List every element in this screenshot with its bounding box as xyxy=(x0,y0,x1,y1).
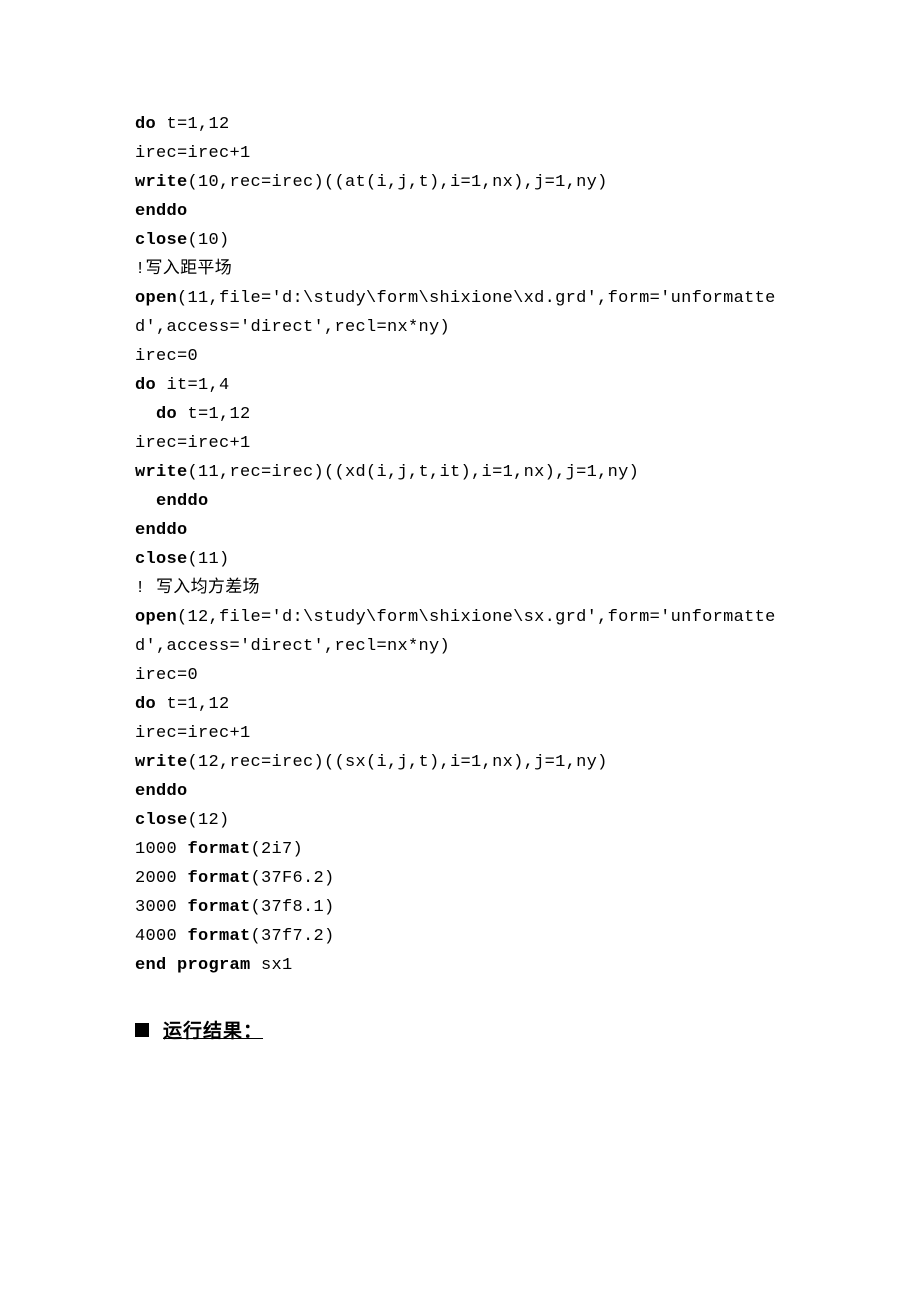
code-line: irec=0 xyxy=(135,661,785,690)
code-segment: do xyxy=(135,115,156,134)
code-segment: do xyxy=(135,695,156,714)
code-segment: 2000 xyxy=(135,869,188,888)
code-segment: end program xyxy=(135,956,251,975)
code-line: enddo xyxy=(135,197,785,226)
code-segment: write xyxy=(135,463,188,482)
code-line: enddo xyxy=(135,487,785,516)
code-line: 2000 format(37F6.2) xyxy=(135,864,785,893)
code-segment: open xyxy=(135,608,177,627)
code-segment: format xyxy=(188,898,251,917)
code-segment xyxy=(135,492,156,511)
code-line: 4000 format(37f7.2) xyxy=(135,922,785,951)
code-line: !写入距平场 xyxy=(135,255,785,284)
code-segment: format xyxy=(188,840,251,859)
code-segment: (37F6.2) xyxy=(251,869,335,888)
code-segment: (2i7) xyxy=(251,840,304,859)
code-segment: (11) xyxy=(188,550,230,569)
code-segment: (10) xyxy=(188,231,230,250)
code-line: close(11) xyxy=(135,545,785,574)
code-segment: (37f7.2) xyxy=(251,927,335,946)
code-segment: close xyxy=(135,811,188,830)
code-segment: t=1,12 xyxy=(177,405,251,424)
square-bullet-icon xyxy=(135,1023,149,1037)
code-segment: (12) xyxy=(188,811,230,830)
code-segment: do xyxy=(156,405,177,424)
code-line: close(10) xyxy=(135,226,785,255)
code-segment: (37f8.1) xyxy=(251,898,335,917)
code-line: write(11,rec=irec)((xd(i,j,t,it),i=1,nx)… xyxy=(135,458,785,487)
code-segment: write xyxy=(135,173,188,192)
code-segment: 1000 xyxy=(135,840,188,859)
code-line: ! 写入均方差场 xyxy=(135,574,785,603)
code-segment: irec=irec+1 xyxy=(135,144,251,163)
code-segment: 4000 xyxy=(135,927,188,946)
code-segment: format xyxy=(188,869,251,888)
code-segment: (12,file='d:\study\form\shixione\sx.grd'… xyxy=(135,608,776,656)
code-segment: 3000 xyxy=(135,898,188,917)
code-segment: (11,file='d:\study\form\shixione\xd.grd'… xyxy=(135,289,776,337)
code-segment: close xyxy=(135,231,188,250)
code-segment: irec=irec+1 xyxy=(135,724,251,743)
code-segment: t=1,12 xyxy=(156,115,230,134)
section-heading: 运行结果： xyxy=(135,1016,785,1043)
code-segment: irec=0 xyxy=(135,347,198,366)
code-segment: enddo xyxy=(135,202,188,221)
code-line: irec=irec+1 xyxy=(135,429,785,458)
code-line: do t=1,12 xyxy=(135,400,785,429)
code-line: write(12,rec=irec)((sx(i,j,t),i=1,nx),j=… xyxy=(135,748,785,777)
code-segment: open xyxy=(135,289,177,308)
code-segment: do xyxy=(135,376,156,395)
code-line: irec=0 xyxy=(135,342,785,371)
code-line: open(12,file='d:\study\form\shixione\sx.… xyxy=(135,603,785,661)
code-line: close(12) xyxy=(135,806,785,835)
code-line: do t=1,12 xyxy=(135,110,785,139)
section-title: 运行结果： xyxy=(163,1016,263,1043)
code-line: irec=irec+1 xyxy=(135,139,785,168)
code-line: write(10,rec=irec)((at(i,j,t),i=1,nx),j=… xyxy=(135,168,785,197)
code-segment xyxy=(135,405,156,424)
code-line: end program sx1 xyxy=(135,951,785,980)
code-segment: sx1 xyxy=(251,956,293,975)
code-segment: (11,rec=irec)((xd(i,j,t,it),i=1,nx),j=1,… xyxy=(188,463,640,482)
code-segment: enddo xyxy=(156,492,209,511)
code-line: do it=1,4 xyxy=(135,371,785,400)
code-line: 3000 format(37f8.1) xyxy=(135,893,785,922)
code-segment: !写入距平场 xyxy=(135,260,232,279)
code-segment: t=1,12 xyxy=(156,695,230,714)
code-segment: ! 写入均方差场 xyxy=(135,579,260,598)
code-segment: close xyxy=(135,550,188,569)
code-segment: (10,rec=irec)((at(i,j,t),i=1,nx),j=1,ny) xyxy=(188,173,608,192)
code-line: 1000 format(2i7) xyxy=(135,835,785,864)
code-line: enddo xyxy=(135,777,785,806)
code-line: do t=1,12 xyxy=(135,690,785,719)
code-line: open(11,file='d:\study\form\shixione\xd.… xyxy=(135,284,785,342)
code-segment: irec=irec+1 xyxy=(135,434,251,453)
code-segment: (12,rec=irec)((sx(i,j,t),i=1,nx),j=1,ny) xyxy=(188,753,608,772)
code-segment: irec=0 xyxy=(135,666,198,685)
code-segment: it=1,4 xyxy=(156,376,230,395)
document-page: do t=1,12irec=irec+1write(10,rec=irec)((… xyxy=(0,0,920,1302)
code-segment: format xyxy=(188,927,251,946)
code-line: enddo xyxy=(135,516,785,545)
code-segment: enddo xyxy=(135,521,188,540)
code-segment: enddo xyxy=(135,782,188,801)
code-segment: write xyxy=(135,753,188,772)
code-line: irec=irec+1 xyxy=(135,719,785,748)
code-block: do t=1,12irec=irec+1write(10,rec=irec)((… xyxy=(135,110,785,980)
